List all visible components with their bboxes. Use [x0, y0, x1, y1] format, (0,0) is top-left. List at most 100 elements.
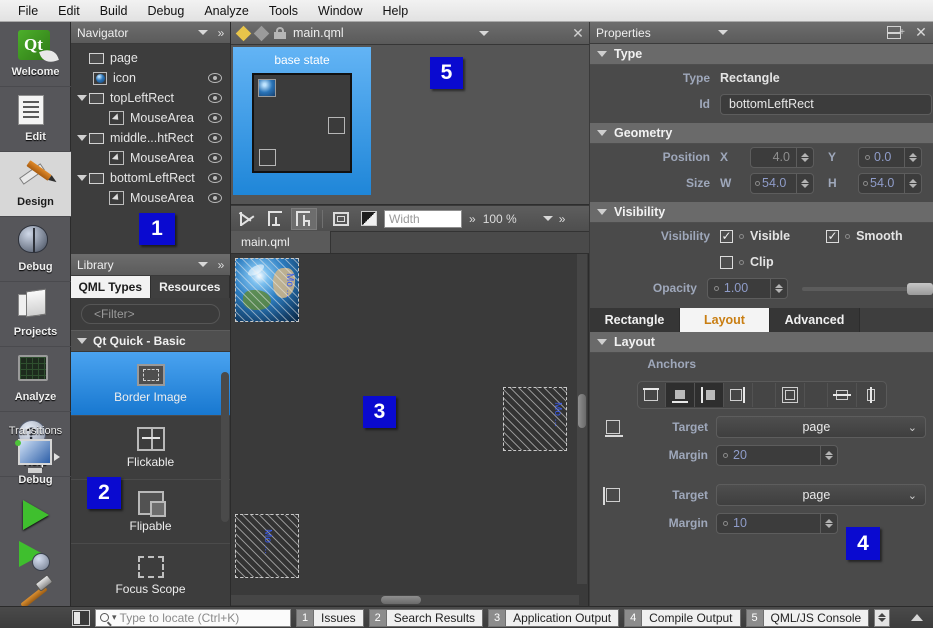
zoom-dropdown-button[interactable] [539, 209, 557, 229]
tab-rectangle[interactable]: Rectangle [590, 308, 680, 332]
properties-dropdown-button[interactable] [714, 23, 732, 43]
nav-expander[interactable] [75, 95, 89, 101]
mode-design[interactable]: Design [0, 152, 71, 217]
nav-item-icon[interactable]: icon [71, 68, 230, 88]
library-item-flickable[interactable]: Flickable [71, 416, 230, 480]
visibility-toggle-icon[interactable] [208, 73, 222, 83]
navigator-expand-button[interactable]: » [212, 23, 230, 43]
visibility-toggle-icon[interactable] [208, 193, 222, 203]
mode-edit[interactable]: Edit [0, 87, 71, 152]
anchor-bottom-target-combo[interactable]: page ⌄ [716, 416, 926, 438]
tab-advanced[interactable]: Advanced [770, 308, 860, 332]
menu-help[interactable]: Help [372, 2, 418, 20]
anchor-left-button[interactable] [695, 383, 725, 407]
canvas-vertical-scrollbar[interactable] [577, 254, 587, 584]
opacity-spinbox[interactable]: 1.00 [706, 277, 789, 299]
mode-welcome[interactable]: Qt Welcome [0, 22, 71, 87]
id-input[interactable]: bottomLeftRect [720, 93, 932, 115]
canvas-middleright-mousearea[interactable]: Mo ... [503, 387, 567, 451]
library-item-border-image[interactable]: Border Image [71, 352, 230, 416]
nav-item-topleftrect[interactable]: topLeftRect [71, 88, 230, 108]
document-tab-main-qml[interactable]: main.qml [231, 231, 331, 253]
menu-build[interactable]: Build [90, 2, 138, 20]
run-configuration-button[interactable] [10, 439, 62, 473]
up-down-stepper-icon[interactable] [874, 608, 891, 627]
anchor-right-button[interactable] [724, 383, 753, 407]
tab-layout[interactable]: Layout [680, 308, 770, 332]
output-pane-qmljs-console[interactable]: 5 QML/JS Console [745, 608, 870, 627]
menu-file[interactable]: File [8, 2, 48, 20]
library-dropdown-button[interactable] [194, 255, 212, 275]
anchor-item-icon[interactable] [291, 207, 317, 230]
form-editor-canvas[interactable]: Mo ... Mo ... Mo ... [231, 254, 579, 596]
section-type[interactable]: Type [590, 44, 933, 65]
anchor-left-target-combo[interactable]: page ⌄ [716, 484, 926, 506]
anchor-left-indicator[interactable] [603, 487, 620, 505]
output-pane-compile-output[interactable]: 4 Compile Output [624, 608, 741, 627]
half-square-icon[interactable] [356, 208, 382, 230]
unlocked-icon[interactable] [274, 27, 286, 39]
menu-edit[interactable]: Edit [48, 2, 90, 20]
menu-tools[interactable]: Tools [259, 2, 308, 20]
visibility-toggle-icon[interactable] [208, 173, 222, 183]
properties-close-button[interactable]: ✕ [909, 23, 933, 43]
canvas-vertical-scroll-thumb[interactable] [578, 394, 586, 428]
visibility-toggle-icon[interactable] [208, 133, 222, 143]
mode-projects[interactable]: Projects [0, 282, 71, 347]
visibility-toggle-icon[interactable] [208, 113, 222, 123]
menu-analyze[interactable]: Analyze [194, 2, 258, 20]
library-expand-button[interactable]: » [212, 255, 230, 275]
canvas-topleft-mousearea-overlay[interactable]: Mo ... [235, 258, 299, 322]
nav-item-page[interactable]: page [71, 48, 230, 68]
forward-arrow-icon[interactable] [253, 25, 270, 41]
library-scrollbar[interactable] [221, 372, 229, 522]
opacity-slider-knob[interactable] [906, 282, 933, 295]
h-spinbox[interactable]: 54.0 [858, 172, 922, 194]
mode-analyze[interactable]: Analyze [0, 347, 71, 412]
split-pane-button[interactable]: + [883, 23, 909, 43]
section-visibility[interactable]: Visibility [590, 202, 933, 223]
locator-input[interactable]: ▾ Type to locate (Ctrl+K) [95, 608, 291, 627]
close-icon[interactable]: ✕ [567, 25, 589, 42]
triangle-up-icon[interactable] [911, 614, 923, 621]
no-anchors-icon[interactable] [235, 208, 261, 230]
nav-item-mousearea[interactable]: MouseArea [71, 148, 230, 168]
anchor-horizontal-center-button[interactable] [857, 383, 886, 407]
nav-expander[interactable] [75, 135, 89, 141]
output-pane-application-output[interactable]: 3 Application Output [488, 608, 620, 627]
anchor-top-icon[interactable] [263, 208, 289, 230]
anchor-bottom-button[interactable] [666, 383, 696, 407]
smooth-checkbox[interactable] [826, 229, 840, 243]
chevron-double-right-icon-2[interactable]: » [559, 212, 566, 226]
visibility-toggle-icon[interactable] [208, 93, 222, 103]
nav-item-mousearea[interactable]: MouseArea [71, 188, 230, 208]
w-spinbox[interactable]: 54.0 [750, 172, 814, 194]
margin-spin-arrows[interactable] [820, 445, 837, 465]
width-input[interactable]: Width [384, 209, 462, 228]
nav-expander[interactable] [75, 175, 89, 181]
tab-resources[interactable]: Resources [150, 276, 230, 298]
menu-window[interactable]: Window [308, 2, 372, 20]
anchor-fill-button[interactable] [776, 383, 805, 407]
bounding-rect-icon[interactable] [328, 208, 354, 230]
opacity-slider[interactable] [802, 278, 933, 299]
canvas-horizontal-scroll-thumb[interactable] [381, 596, 421, 604]
clip-checkbox[interactable] [720, 255, 733, 269]
library-item-focus-scope[interactable]: Focus Scope [71, 544, 230, 606]
nav-item-mousearea[interactable]: MouseArea [71, 108, 230, 128]
output-pane-issues[interactable]: 1 Issues [296, 608, 364, 627]
visible-checkbox[interactable] [720, 229, 733, 243]
anchor-vertical-center-button[interactable] [828, 383, 857, 407]
x-spinbox[interactable]: 4.0 [750, 146, 814, 168]
debug-button[interactable] [18, 541, 53, 573]
anchor-top-button[interactable] [638, 383, 667, 407]
tab-qml-types[interactable]: QML Types [71, 276, 151, 298]
margin-spin-arrows[interactable] [820, 513, 837, 533]
section-layout[interactable]: Layout [590, 332, 933, 353]
run-button[interactable] [22, 500, 49, 530]
chevron-double-right-icon[interactable]: » [469, 212, 476, 226]
h-spin-arrows[interactable] [904, 173, 921, 193]
opacity-spin-arrows[interactable] [770, 278, 787, 298]
anchor-bottom-indicator[interactable] [605, 420, 623, 437]
editor-file-name[interactable]: main.qml [293, 26, 468, 40]
